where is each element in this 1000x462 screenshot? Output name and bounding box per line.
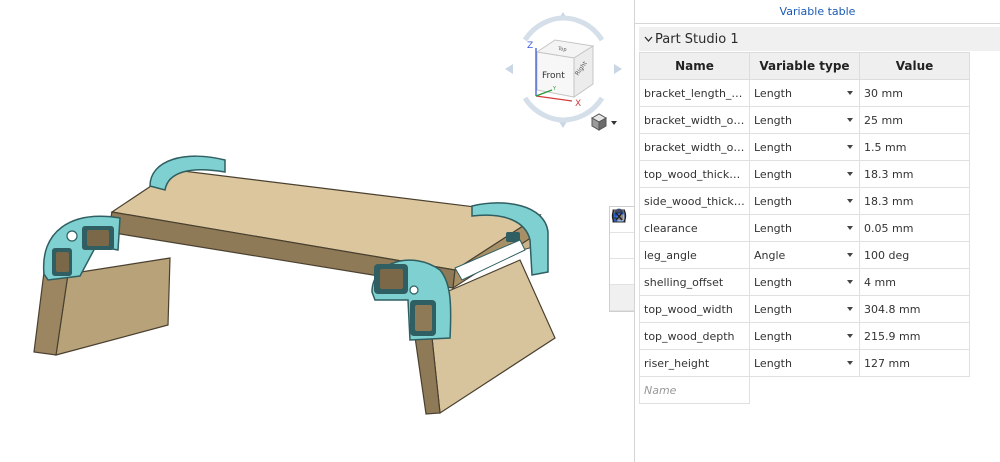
part-studio-label: Part Studio 1 xyxy=(655,31,739,47)
variable-table-icon xyxy=(611,209,627,223)
variable-value-cell[interactable]: 1.5 mm xyxy=(859,133,970,161)
variable-type-value: Angle xyxy=(754,248,786,262)
model-render[interactable]: Front Top Right Z X Y xyxy=(0,0,634,462)
variable-value-cell[interactable]: 127 mm xyxy=(859,349,970,377)
variable-table: Name Variable type Value bracket_length_… xyxy=(639,52,970,404)
variable-table-button[interactable] xyxy=(610,209,635,311)
rotate-left-arrow[interactable] xyxy=(505,64,513,74)
variable-name-cell[interactable]: bracket_width_over… xyxy=(639,106,750,134)
part-studio-group[interactable]: Part Studio 1 xyxy=(639,27,1000,51)
panel-title: Variable table xyxy=(635,0,1000,24)
variable-value-cell[interactable]: 215.9 mm xyxy=(859,322,970,350)
variable-type-select[interactable]: Length xyxy=(749,349,860,377)
variable-value-cell[interactable]: 30 mm xyxy=(859,79,970,107)
axis-x-label: X xyxy=(575,99,581,109)
variable-value-cell[interactable]: 0.05 mm xyxy=(859,214,970,242)
dropdown-caret-icon[interactable] xyxy=(847,172,853,176)
table-row[interactable]: top_wood_width Length 304.8 mm xyxy=(639,295,970,323)
table-row[interactable]: side_wood_thickness Length 18.3 mm xyxy=(639,187,970,215)
dropdown-caret-icon[interactable] xyxy=(847,334,853,338)
variable-type-value: Length xyxy=(754,113,792,127)
variable-value-cell[interactable]: 25 mm xyxy=(859,106,970,134)
table-row[interactable]: leg_angle Angle 100 deg xyxy=(639,241,970,269)
variable-type-select[interactable]: Length xyxy=(749,160,860,188)
table-row[interactable]: clearance Length 0.05 mm xyxy=(639,214,970,242)
dropdown-caret-icon[interactable] xyxy=(847,226,853,230)
variable-rows: bracket_length_ove…Length30 mmbracket_wi… xyxy=(639,79,970,404)
variable-value-cell[interactable]: 100 deg xyxy=(859,241,970,269)
viewcube[interactable]: Front Top Right Z X Y xyxy=(505,12,622,131)
variable-name-cell[interactable]: shelling_offset xyxy=(639,268,750,296)
chevron-down-icon[interactable] xyxy=(641,36,655,42)
viewcube-front-label[interactable]: Front xyxy=(542,71,565,81)
variable-type-select[interactable]: Length xyxy=(749,133,860,161)
rotate-right-arrow[interactable] xyxy=(614,64,622,74)
variable-name-cell[interactable]: clearance xyxy=(639,214,750,242)
dropdown-caret-icon[interactable] xyxy=(847,307,853,311)
variable-type-select[interactable]: Length xyxy=(749,106,860,134)
dropdown-caret-icon[interactable] xyxy=(847,118,853,122)
column-header-name[interactable]: Name xyxy=(639,52,750,80)
empty-cell xyxy=(750,377,860,404)
variable-value-cell[interactable]: 18.3 mm xyxy=(859,187,970,215)
variable-name-cell[interactable]: bracket_length_ove… xyxy=(639,79,750,107)
variable-name-cell[interactable]: side_wood_thickness xyxy=(639,187,750,215)
column-header-type[interactable]: Variable type xyxy=(749,52,860,80)
variable-type-select[interactable]: Length xyxy=(749,214,860,242)
view-options-dropdown[interactable] xyxy=(590,113,617,131)
variable-table-panel: Variable table Part Studio 1 Name Variab… xyxy=(635,0,1000,462)
variable-type-value: Length xyxy=(754,140,792,154)
dropdown-caret-icon[interactable] xyxy=(847,361,853,365)
table-row[interactable]: bracket_width_offset Length 1.5 mm xyxy=(639,133,970,161)
variable-type-select[interactable]: Length xyxy=(749,187,860,215)
variable-name-cell[interactable]: top_wood_width xyxy=(639,295,750,323)
axis-z-label: Z xyxy=(527,41,533,51)
variable-type-value: Length xyxy=(754,302,792,316)
table-row[interactable]: top_wood_thickness Length 18.3 mm xyxy=(639,160,970,188)
variable-type-value: Length xyxy=(754,86,792,100)
variable-type-select[interactable]: Length xyxy=(749,268,860,296)
table-row[interactable]: shelling_offset Length 4 mm xyxy=(639,268,970,296)
variable-name-cell[interactable]: top_wood_depth xyxy=(639,322,750,350)
variable-name-cell[interactable]: riser_height xyxy=(639,349,750,377)
3d-viewport[interactable]: Front Top Right Z X Y xyxy=(0,0,635,462)
variable-type-value: Length xyxy=(754,356,792,370)
dropdown-caret-icon[interactable] xyxy=(847,145,853,149)
dropdown-caret-icon[interactable] xyxy=(847,199,853,203)
measure-button[interactable] xyxy=(610,209,635,285)
variable-name-cell[interactable]: bracket_width_offset xyxy=(639,133,750,161)
variable-type-value: Length xyxy=(754,194,792,208)
table-row[interactable]: bracket_width_over… Length 25 mm xyxy=(639,106,970,134)
bracket-front-right[interactable] xyxy=(371,259,452,341)
variable-type-select[interactable]: Angle xyxy=(749,241,860,269)
dropdown-caret-icon[interactable] xyxy=(847,280,853,284)
variable-type-value: Length xyxy=(754,329,792,343)
variable-type-select[interactable]: Length xyxy=(749,322,860,350)
variable-value-cell[interactable]: 18.3 mm xyxy=(859,160,970,188)
table-row[interactable]: top_wood_depth Length 215.9 mm xyxy=(639,322,970,350)
table-row[interactable]: riser_height Length 127 mm xyxy=(639,349,970,377)
variable-name-cell[interactable]: leg_angle xyxy=(639,241,750,269)
right-panel-toolbar xyxy=(609,206,635,312)
table-row[interactable]: bracket_length_ove… Length 30 mm xyxy=(639,79,970,107)
dropdown-caret-icon[interactable] xyxy=(847,253,853,257)
new-variable-row[interactable]: Name xyxy=(639,376,970,404)
mass-properties-button[interactable] xyxy=(610,209,635,259)
new-variable-name-input[interactable]: Name xyxy=(639,376,750,404)
variable-value-cell[interactable]: 304.8 mm xyxy=(859,295,970,323)
dropdown-caret-icon[interactable] xyxy=(847,91,853,95)
variable-name-cell[interactable]: top_wood_thickness xyxy=(639,160,750,188)
column-header-value[interactable]: Value xyxy=(859,52,970,80)
variable-type-value: Length xyxy=(754,167,792,181)
variable-type-select[interactable]: Length xyxy=(749,79,860,107)
variable-value-cell[interactable]: 4 mm xyxy=(859,268,970,296)
variable-type-value: Length xyxy=(754,221,792,235)
empty-cell xyxy=(860,377,970,404)
variable-type-select[interactable]: Length xyxy=(749,295,860,323)
variable-type-value: Length xyxy=(754,275,792,289)
